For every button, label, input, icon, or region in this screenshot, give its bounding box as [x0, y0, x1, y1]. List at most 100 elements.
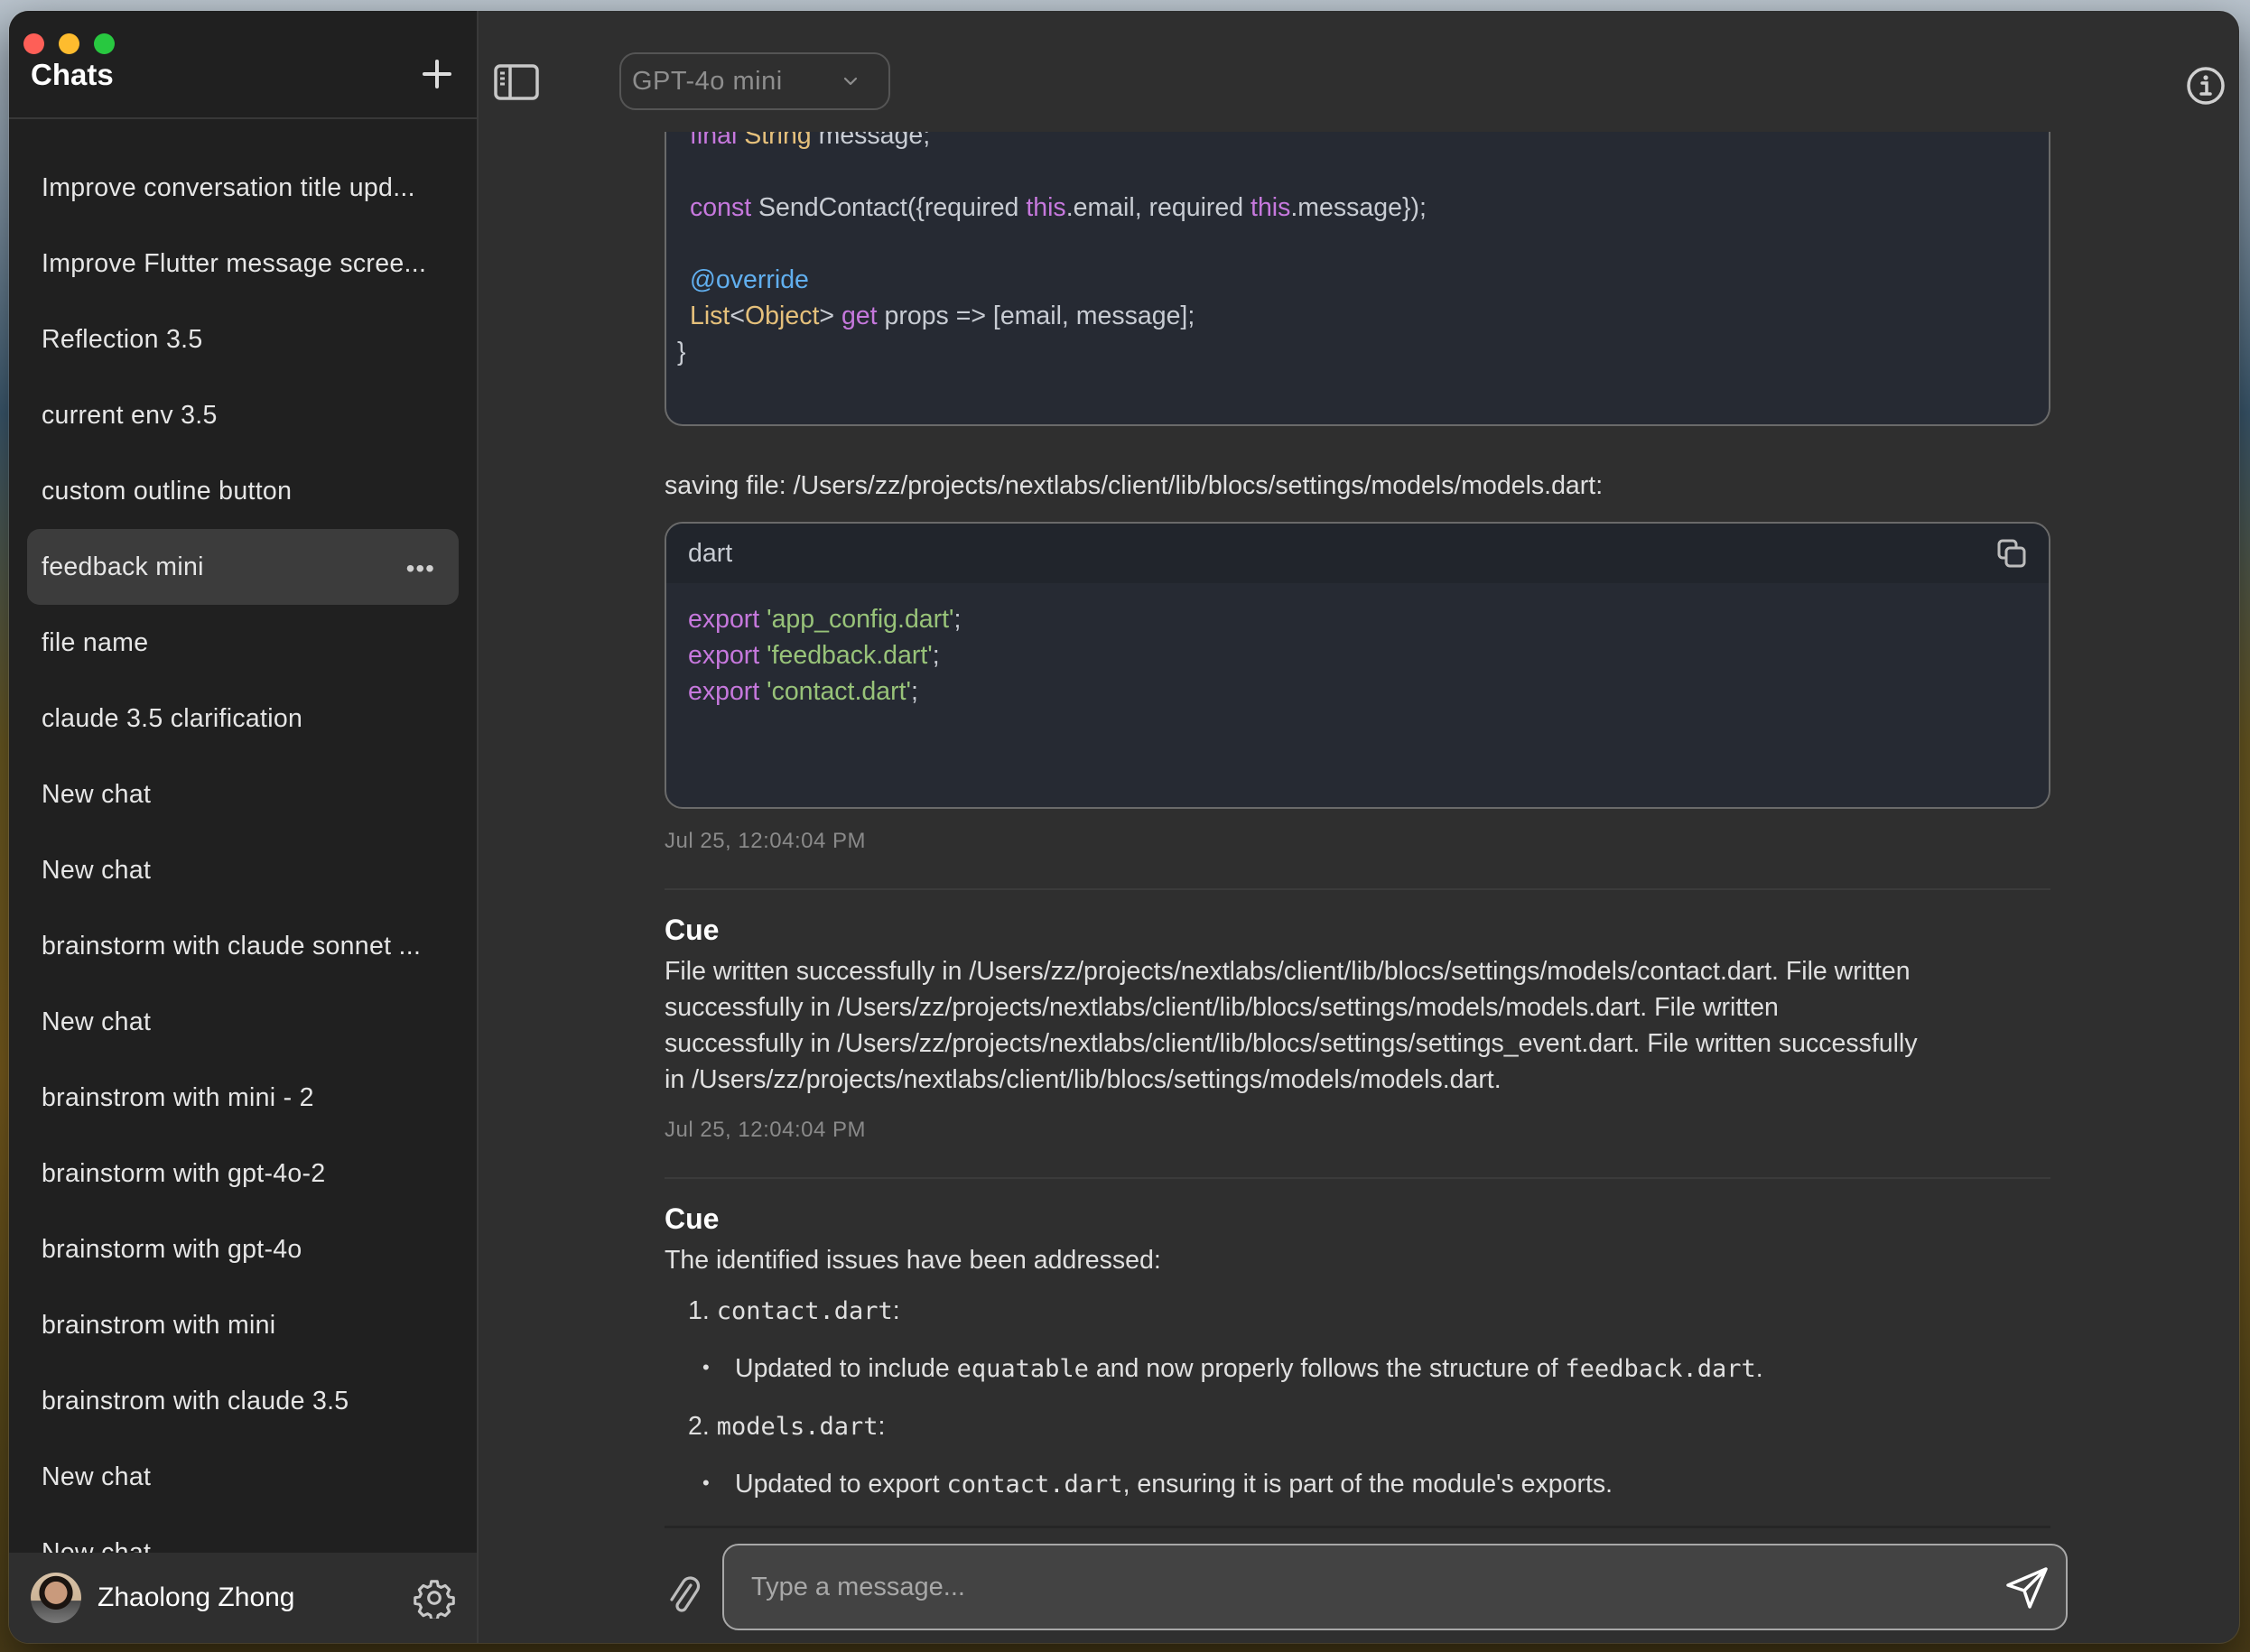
chat-list-item[interactable]: brainstrom with mini: [27, 1287, 459, 1363]
top-bar: GPT-4o mini: [479, 11, 2239, 132]
code-line: const SendContact({required this.email, …: [690, 190, 1427, 226]
chat-list-item[interactable]: Reflection 3.5: [27, 302, 459, 377]
code-token: List: [690, 302, 730, 330]
sidebar: Chats Improve conversation title upd... I…: [9, 11, 479, 1643]
chat-list-item[interactable]: brainstorm with gpt-4o: [27, 1211, 459, 1287]
message-line: successfully in /Users/zz/projects/nextl…: [665, 1029, 1918, 1058]
chat-title: brainstrom with claude 3.5: [42, 1386, 349, 1415]
list-suffix: :: [892, 1296, 900, 1325]
message-input[interactable]: [722, 1544, 2068, 1630]
chat-title: file name: [42, 627, 149, 657]
attach-button[interactable]: [666, 1573, 702, 1616]
code-lines: final String message; const SendContact({…: [677, 132, 1427, 370]
toggle-sidebar-button[interactable]: [493, 63, 540, 101]
model-selector[interactable]: GPT-4o mini: [619, 52, 890, 110]
code-token: const: [690, 193, 759, 222]
chat-list-item[interactable]: New chat: [27, 832, 459, 908]
code-token: export: [688, 677, 767, 706]
window-controls: [23, 33, 115, 54]
more-options-icon[interactable]: •••: [406, 554, 435, 583]
chat-title: Reflection 3.5: [42, 324, 203, 354]
copy-code-button[interactable]: [1996, 538, 2027, 569]
close-window-button[interactable]: [23, 33, 44, 54]
chat-title: claude 3.5 clarification: [42, 703, 303, 733]
chat-list-item[interactable]: brainstorm with claude sonnet ...: [27, 908, 459, 984]
message-intro: The identified issues have been addresse…: [665, 1246, 1161, 1275]
code-token: get: [841, 302, 878, 330]
chat-list-item[interactable]: New chat: [27, 756, 459, 832]
code-token: 'feedback.dart': [767, 641, 933, 670]
chat-title: New chat: [42, 855, 152, 885]
bullet-item: Updated to include equatable and now pro…: [702, 1354, 1763, 1384]
chat-title: New chat: [42, 1462, 152, 1491]
minimize-window-button[interactable]: [59, 33, 79, 54]
avatar[interactable]: [31, 1573, 81, 1623]
message-list[interactable]: final String message; const SendContact({…: [665, 132, 2050, 1526]
code-line: export 'app_config.dart';: [688, 601, 961, 637]
chat-list-item[interactable]: file name: [27, 605, 459, 681]
chat-list-item[interactable]: custom outline button: [27, 453, 459, 529]
code-line: }: [677, 334, 1427, 370]
chat-title: feedback mini: [42, 552, 204, 581]
code-line: @override: [690, 262, 1427, 298]
code-lines: export 'app_config.dart'; export 'feedbac…: [688, 601, 961, 710]
code-token: Object: [745, 302, 820, 330]
code-line: export 'feedback.dart';: [688, 637, 961, 673]
chat-list-item[interactable]: claude 3.5 clarification: [27, 681, 459, 756]
info-button[interactable]: [2185, 65, 2227, 107]
message-line: in /Users/zz/projects/nextlabs/client/li…: [665, 1065, 1502, 1094]
code-token: export: [688, 605, 767, 634]
send-button[interactable]: [2004, 1565, 2050, 1610]
code-line: List<Object> get props => [email, messag…: [690, 298, 1427, 334]
message-sender: Cue: [665, 914, 720, 946]
message-body: File written successfully in /Users/zz/p…: [665, 953, 2050, 1098]
sidebar-title: Chats: [31, 58, 114, 91]
chat-title: Improve conversation title upd...: [42, 172, 415, 202]
message-sender: Cue: [665, 1202, 720, 1235]
chat-list-item[interactable]: brainstrom with mini - 2: [27, 1060, 459, 1136]
code-line: final String message;: [690, 132, 1427, 153]
chat-list: Improve conversation title upd... Improve…: [27, 150, 459, 1591]
code-token: this: [1251, 193, 1291, 222]
chat-list-item[interactable]: Improve Flutter message scree...: [27, 226, 459, 302]
chat-list-item[interactable]: brainstorm with gpt-4o-2: [27, 1136, 459, 1211]
code-token: props => [email, message];: [877, 302, 1195, 330]
chat-list-item[interactable]: current env 3.5: [27, 377, 459, 453]
inline-code: contact.dart: [716, 1297, 893, 1325]
list-item: 1. contact.dart:: [688, 1296, 900, 1326]
info-icon: [2187, 67, 2225, 105]
new-chat-button[interactable]: [419, 56, 455, 92]
bullet-text: Updated to export: [735, 1470, 947, 1499]
code-block: dart export 'app_config.dart'; export 'fe…: [665, 522, 2050, 809]
code-token: 'app_config.dart': [767, 605, 954, 634]
message-line: successfully in /Users/zz/projects/nextl…: [665, 993, 1779, 1022]
zoom-window-button[interactable]: [94, 33, 115, 54]
code-token: ;: [910, 677, 918, 706]
chat-list-item[interactable]: New chat: [27, 984, 459, 1060]
chat-list-item[interactable]: New chat: [27, 1439, 459, 1515]
inline-code: contact.dart: [946, 1471, 1123, 1499]
paperclip-icon: [670, 1576, 701, 1612]
bullet-text: and now properly follows the structure o…: [1088, 1354, 1566, 1383]
inline-code: equatable: [956, 1355, 1089, 1383]
message-body: The identified issues have been addresse…: [665, 1242, 2050, 1278]
send-icon: [2006, 1567, 2048, 1609]
chat-title: New chat: [42, 779, 152, 809]
chat-list-item[interactable]: feedback mini •••: [27, 529, 459, 605]
inline-code: models.dart: [716, 1413, 879, 1441]
copy-icon: [1997, 539, 2026, 568]
code-token: ;: [953, 605, 962, 634]
list-suffix: :: [878, 1412, 886, 1441]
user-name: Zhaolong Zhong: [98, 1582, 295, 1612]
user-profile-bar: Zhaolong Zhong: [9, 1553, 477, 1643]
list-item: 2. models.dart:: [688, 1412, 885, 1442]
chat-list-item[interactable]: brainstrom with claude 3.5: [27, 1363, 459, 1439]
settings-button[interactable]: [414, 1577, 455, 1621]
message-timestamp: Jul 25, 12:04:04 PM: [665, 1118, 866, 1142]
inline-code: feedback.dart: [1565, 1355, 1756, 1383]
chat-title: Improve Flutter message scree...: [42, 248, 427, 278]
chat-list-item[interactable]: Improve conversation title upd...: [27, 150, 459, 226]
code-token: this: [1026, 193, 1066, 222]
